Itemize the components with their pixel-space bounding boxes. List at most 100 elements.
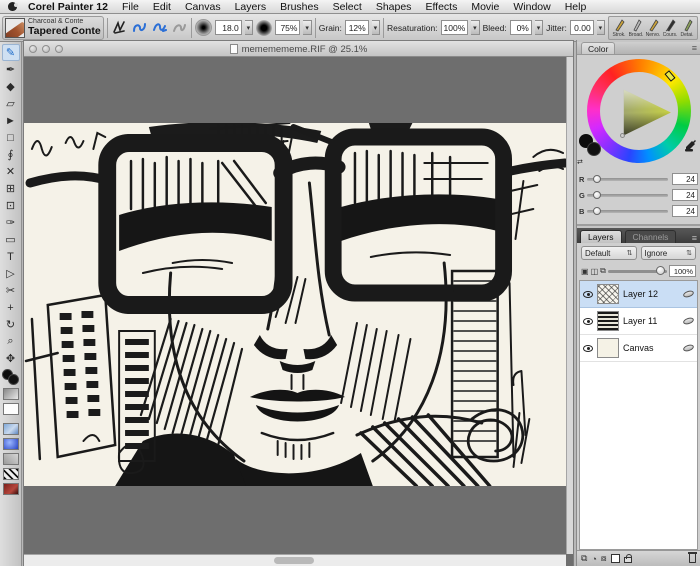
dab-preview-icon[interactable]	[194, 19, 212, 36]
menu-app-name[interactable]: Corel Painter 12	[21, 1, 115, 13]
horizontal-scrollbar-thumb[interactable]	[274, 557, 314, 564]
red-slider-knob[interactable]	[593, 174, 602, 183]
dropper-tool[interactable]: ✒	[2, 61, 20, 78]
brush-shortcut-3[interactable]: Nervo.	[645, 18, 661, 38]
blue-slider-knob[interactable]	[593, 206, 602, 215]
bleed-dropdown[interactable]: ▾	[534, 20, 544, 35]
resaturation-field[interactable]: 100%	[440, 20, 469, 35]
tab-layers[interactable]: Layers	[580, 230, 622, 243]
transform-tool[interactable]: ⊡	[2, 197, 20, 214]
brush-shortcut-2[interactable]: Broad.	[628, 18, 644, 38]
eraser-tool[interactable]: ▱	[2, 95, 20, 112]
menu-window[interactable]: Window	[506, 1, 557, 13]
green-value[interactable]: 24	[672, 189, 698, 201]
canvas-viewport[interactable]	[24, 57, 573, 566]
magnifier-tool[interactable]: ⌕	[2, 333, 20, 350]
minimize-button[interactable]	[42, 44, 50, 53]
dynamic-plugins-icon[interactable]: ◔	[591, 554, 596, 564]
text-tool[interactable]: T	[2, 248, 20, 265]
brush-shortcut-1[interactable]: Strok.	[611, 18, 627, 38]
brush-shortcut-4[interactable]: Cours.	[662, 18, 678, 38]
grain-field[interactable]: 12%	[344, 20, 369, 35]
shape-select-tool[interactable]: ▷	[2, 265, 20, 282]
menu-select[interactable]: Select	[326, 1, 369, 13]
new-layer-icon[interactable]: ⧇	[601, 553, 607, 564]
menu-help[interactable]: Help	[558, 1, 594, 13]
document-titlebar[interactable]: mememememe.RIF @ 25.1%	[24, 41, 573, 57]
new-layer-mask-icon[interactable]	[610, 554, 620, 563]
menu-shapes[interactable]: Shapes	[369, 1, 419, 13]
horizontal-scrollbar[interactable]	[24, 554, 566, 566]
layer-row[interactable]: Layer 12	[580, 281, 697, 308]
layer-adjuster-tool[interactable]: ►	[2, 112, 20, 129]
red-value[interactable]: 24	[672, 173, 698, 185]
pattern2-selector[interactable]	[2, 453, 19, 465]
paint-bucket-tool[interactable]: ◆	[2, 78, 20, 95]
brush-size-dropdown[interactable]: ▾	[244, 20, 254, 35]
straight-line-stroke-icon[interactable]	[131, 19, 148, 37]
brush-selector[interactable]: Charcoal & Conte Tapered Conte	[2, 15, 104, 40]
layer-row[interactable]: Canvas	[580, 335, 697, 362]
layer-opacity-value[interactable]: 100%	[669, 265, 696, 277]
opacity-field[interactable]: 75%	[275, 20, 301, 35]
scissors-tool[interactable]: ✂	[2, 282, 20, 299]
rect-shape-tool[interactable]: ▭	[2, 231, 20, 248]
gradient-selector[interactable]	[2, 388, 19, 400]
pen-tool[interactable]: ✑	[2, 214, 20, 231]
weave-selector[interactable]	[2, 468, 19, 480]
menu-file[interactable]: File	[115, 1, 146, 13]
layer-row[interactable]: Layer 11	[580, 308, 697, 335]
rect-select-tool[interactable]: □	[2, 129, 20, 146]
panel-options-icon[interactable]: ≡	[692, 233, 697, 243]
triangle-marker[interactable]	[620, 133, 625, 138]
tab-channels[interactable]: Channels	[624, 230, 677, 243]
freehand-stroke-icon[interactable]	[111, 19, 128, 37]
clone-stroke-icon[interactable]	[171, 19, 188, 37]
lasso-tool[interactable]: ∮	[2, 146, 20, 163]
resaturation-dropdown[interactable]: ▾	[471, 20, 480, 35]
bleed-field[interactable]: 0%	[509, 20, 532, 35]
panel-options-icon[interactable]: ≡	[692, 43, 697, 53]
composite-depth-select[interactable]: Ignore ⇅	[640, 246, 696, 260]
brush-shortcut-5[interactable]: Detai.	[679, 18, 695, 38]
loop-stroke-icon[interactable]	[151, 19, 168, 37]
brush-size-field[interactable]: 18.0	[214, 20, 242, 35]
red-slider[interactable]	[587, 174, 668, 183]
menu-edit[interactable]: Edit	[146, 1, 178, 13]
delete-layer-icon[interactable]	[688, 552, 697, 563]
layer-opacity-knob[interactable]	[656, 266, 665, 275]
apple-icon[interactable]	[8, 2, 18, 11]
zoom-button[interactable]	[55, 44, 63, 53]
add-point-tool[interactable]: +	[2, 299, 20, 316]
grain-dropdown[interactable]: ▾	[371, 20, 380, 35]
pattern-selector[interactable]	[2, 403, 19, 415]
blue-slider[interactable]	[587, 206, 668, 215]
visibility-eye-icon[interactable]	[583, 344, 593, 352]
swap-colors-icon[interactable]: ⇄	[577, 158, 583, 166]
grabber-tool[interactable]: ✥	[2, 350, 20, 367]
rotate-page-tool[interactable]: ↻	[2, 316, 20, 333]
jitter-dropdown[interactable]: ▾	[596, 20, 605, 35]
color-tab[interactable]: Color	[581, 42, 616, 54]
menu-effects[interactable]: Effects	[418, 1, 464, 13]
dropper-icon[interactable]	[684, 138, 696, 157]
menu-canvas[interactable]: Canvas	[178, 1, 228, 13]
paper-selector[interactable]	[2, 423, 19, 435]
layer-commands-icon[interactable]: ⧉	[581, 553, 587, 564]
color-panel-swatches[interactable]	[579, 134, 603, 158]
magic-wand-tool[interactable]: ✕	[2, 163, 20, 180]
brush-tool[interactable]: ✎	[1, 44, 20, 61]
jitter-field[interactable]: 0.00	[569, 20, 594, 35]
pickup-underlying-icon[interactable]: ◫	[591, 267, 599, 276]
canvas-artwork[interactable]	[24, 123, 568, 486]
close-button[interactable]	[29, 44, 37, 53]
opacity-dropdown[interactable]: ▾	[303, 20, 312, 35]
menu-brushes[interactable]: Brushes	[273, 1, 326, 13]
green-slider-knob[interactable]	[593, 190, 602, 199]
preserve-transparency-icon[interactable]: ▣	[581, 267, 589, 276]
lock-layer-icon[interactable]	[623, 554, 632, 563]
green-slider[interactable]	[587, 190, 668, 199]
composite-method-select[interactable]: Default ⇅	[581, 246, 637, 260]
blue-value[interactable]: 24	[672, 205, 698, 217]
visibility-eye-icon[interactable]	[583, 317, 593, 325]
